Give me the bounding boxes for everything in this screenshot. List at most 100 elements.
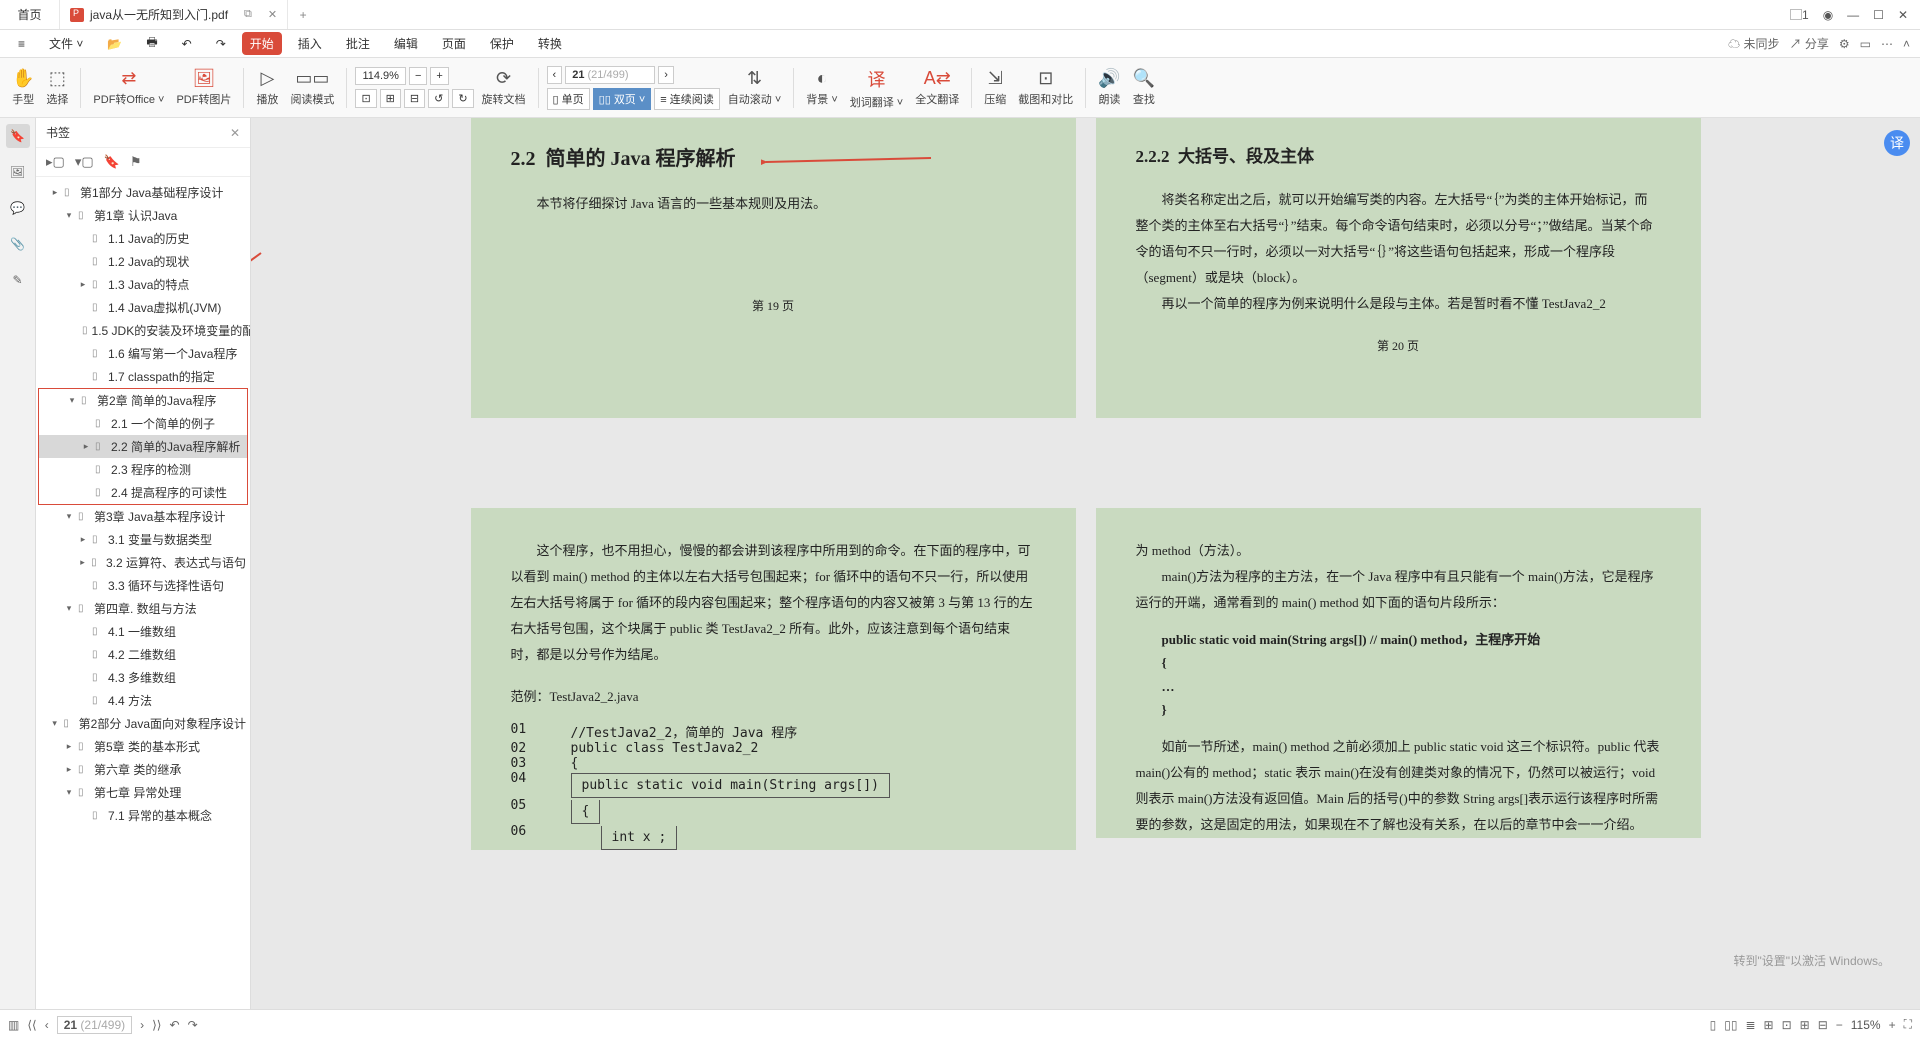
minimize-icon[interactable]: — [1847, 8, 1859, 22]
stat-next-icon[interactable]: › [140, 1018, 144, 1032]
next-page-icon[interactable]: › [658, 66, 674, 84]
zoom-input[interactable]: 114.9% [355, 67, 406, 85]
stat-layout-1-icon[interactable]: ▯ [1710, 1018, 1717, 1032]
bookmark-item[interactable]: ▾▯第2章 简单的Java程序 [39, 389, 247, 412]
bookmark-icon[interactable]: 🔖 [104, 154, 120, 170]
menu-protect[interactable]: 保护 [482, 32, 522, 55]
tool-pdf2office[interactable]: ⇄PDF转Office ˅ [89, 58, 168, 117]
stat-layout-3-icon[interactable]: ≣ [1745, 1018, 1755, 1032]
share-button[interactable]: ↗ 分享 [1790, 35, 1829, 52]
bookmark-item[interactable]: ▸▯第六章 类的继承 [36, 758, 250, 781]
comment-tab-icon[interactable]: 💬 [6, 196, 30, 220]
prev-page-icon[interactable]: ‹ [547, 66, 563, 84]
bookmark-item[interactable]: ▯2.4 提高程序的可读性 [39, 481, 247, 504]
stat-zoom-out-icon[interactable]: − [1836, 1018, 1843, 1032]
bookmark-item[interactable]: ▯7.1 异常的基本概念 [36, 804, 250, 827]
stat-first-icon[interactable]: ⟨⟨ [27, 1018, 36, 1032]
bookmark-item[interactable]: ▯1.1 Java的历史 [36, 227, 250, 250]
menu-hamburger-icon[interactable]: ≡ [10, 34, 33, 54]
new-tab-button[interactable]: + [288, 0, 318, 29]
bookmark-item[interactable]: ▾▯第2部分 Java面向对象程序设计 [36, 712, 250, 735]
bookmark-item[interactable]: ▯3.3 循环与选择性语句 [36, 574, 250, 597]
stat-zoom-value[interactable]: 115% [1851, 1018, 1881, 1032]
redo-icon[interactable]: ↷ [208, 34, 234, 54]
tool-snapshot[interactable]: ⊡截图和对比 [1014, 58, 1077, 117]
close-window-icon[interactable]: ✕ [1898, 8, 1908, 22]
tool-bg[interactable]: ◐背景 ˅ [802, 58, 841, 117]
page-input[interactable]: 21 (21/499) [565, 66, 655, 84]
thumbnail-tab-icon[interactable]: 🖼 [6, 160, 30, 184]
collapse-ribbon-icon[interactable]: ˄ [1903, 37, 1910, 51]
tab-file[interactable]: java从一无所知到入门.pdf ⧉ ✕ [60, 0, 288, 29]
menu-insert[interactable]: 插入 [290, 32, 330, 55]
tool-fulltrans[interactable]: A⇄全文翻译 [911, 58, 963, 117]
bookmark-item[interactable]: ▸▯2.2 简单的Java程序解析 [39, 435, 247, 458]
sidebar-close-icon[interactable]: ✕ [230, 126, 240, 140]
bookmark-item[interactable]: ▾▯第七章 异常处理 [36, 781, 250, 804]
menu-annotate[interactable]: 批注 [338, 32, 378, 55]
bookmark-item[interactable]: ▯2.3 程序的检测 [39, 458, 247, 481]
edit-tab-icon[interactable]: ✎ [6, 268, 30, 292]
layout-double[interactable]: ▯▯ 双页 ˅ [593, 88, 652, 110]
stat-fit-1-icon[interactable]: ⊡ [1782, 1018, 1792, 1032]
stat-page-input[interactable]: 21 (21/499) [57, 1016, 132, 1034]
menu-start[interactable]: 开始 [242, 32, 282, 55]
collapse-all-icon[interactable]: ▾▢ [75, 154, 94, 170]
bookmark-item[interactable]: ▯4.2 二维数组 [36, 643, 250, 666]
undo-icon[interactable]: ↶ [174, 34, 200, 54]
stat-layout-4-icon[interactable]: ⊞ [1764, 1018, 1774, 1032]
tab-close-icon[interactable]: ✕ [268, 8, 277, 21]
bookmark-item[interactable]: ▯1.5 JDK的安装及环境变量的配置 [36, 319, 250, 342]
expand-all-icon[interactable]: ▸▢ [46, 154, 65, 170]
bookmark-item[interactable]: ▯4.3 多维数组 [36, 666, 250, 689]
stat-layout-2-icon[interactable]: ▯▯ [1724, 1018, 1737, 1032]
stat-fullscreen-icon[interactable]: ⛶ [1904, 1017, 1912, 1032]
flag-icon[interactable]: ⚑ [130, 154, 142, 170]
tool-pdf2img[interactable]: 🖼PDF转图片 [172, 58, 235, 117]
bookmark-item[interactable]: ▯1.2 Java的现状 [36, 250, 250, 273]
layout-continuous[interactable]: ≡ 连续阅读 [654, 88, 719, 110]
menu-page[interactable]: 页面 [434, 32, 474, 55]
bookmark-item[interactable]: ▸▯1.3 Java的特点 [36, 273, 250, 296]
bookmark-item[interactable]: ▯4.4 方法 [36, 689, 250, 712]
stat-zoom-in-icon[interactable]: + [1889, 1018, 1896, 1032]
badge-1-icon[interactable]: ⃞1 [1802, 6, 1809, 23]
zoom-out-icon[interactable]: − [409, 67, 427, 85]
menu-file[interactable]: 文件 ˅ [41, 32, 91, 55]
zoom-in-icon[interactable]: + [430, 67, 448, 85]
window-split-icon[interactable]: ▭ [1860, 37, 1871, 51]
bookmark-item[interactable]: ▸▯3.2 运算符、表达式与语句 [36, 551, 250, 574]
bookmark-item[interactable]: ▯1.6 编写第一个Java程序 [36, 342, 250, 365]
sync-status[interactable]: ☁ 未同步 [1728, 35, 1779, 52]
fit-icon-3[interactable]: ⊟ [404, 89, 425, 108]
fit-icon-2[interactable]: ⊞ [380, 89, 401, 108]
bookmark-item[interactable]: ▯2.1 一个简单的例子 [39, 412, 247, 435]
bookmark-item[interactable]: ▯4.1 一维数组 [36, 620, 250, 643]
stat-prev-icon[interactable]: ‹ [45, 1018, 49, 1032]
bookmark-item[interactable]: ▸▯第5章 类的基本形式 [36, 735, 250, 758]
tool-select[interactable]: ⬚选择 [42, 58, 72, 117]
bookmark-item[interactable]: ▯1.4 Java虚拟机(JVM) [36, 296, 250, 319]
tool-rotate[interactable]: ⟳旋转文档 [478, 58, 530, 117]
more-icon[interactable]: ⋯ [1881, 37, 1893, 51]
tool-readaloud[interactable]: 🔊朗读 [1094, 58, 1124, 117]
bookmark-item[interactable]: ▸▯第1部分 Java基础程序设计 [36, 181, 250, 204]
bookmark-item[interactable]: ▸▯3.1 变量与数据类型 [36, 528, 250, 551]
rotate-left-icon[interactable]: ↺ [428, 89, 449, 108]
tab-duplicate-icon[interactable]: ⧉ [244, 8, 252, 21]
fit-icon-1[interactable]: ⊡ [355, 89, 376, 108]
menu-convert[interactable]: 转换 [530, 32, 570, 55]
document-viewport[interactable]: 2.2 简单的 Java 程序解析 本节将仔细探讨 Java 语言的一些基本规则… [251, 118, 1920, 1009]
tab-home[interactable]: 首页 [0, 0, 60, 29]
stat-last-icon[interactable]: ⟩⟩ [152, 1018, 161, 1032]
maximize-icon[interactable]: ☐ [1873, 8, 1884, 22]
bookmark-tab-icon[interactable]: 🔖 [6, 124, 30, 148]
open-icon[interactable]: 📂 [99, 34, 130, 54]
stat-fit-3-icon[interactable]: ⊟ [1818, 1018, 1828, 1032]
tool-autoscroll[interactable]: ⇅自动滚动 ˅ [724, 58, 785, 117]
stat-back-icon[interactable]: ↶ [170, 1018, 180, 1032]
menu-edit[interactable]: 编辑 [386, 32, 426, 55]
print-icon[interactable]: 🖶 [138, 30, 165, 57]
bookmark-item[interactable]: ▾▯第四章. 数组与方法 [36, 597, 250, 620]
tool-find[interactable]: 🔍查找 [1129, 58, 1159, 117]
